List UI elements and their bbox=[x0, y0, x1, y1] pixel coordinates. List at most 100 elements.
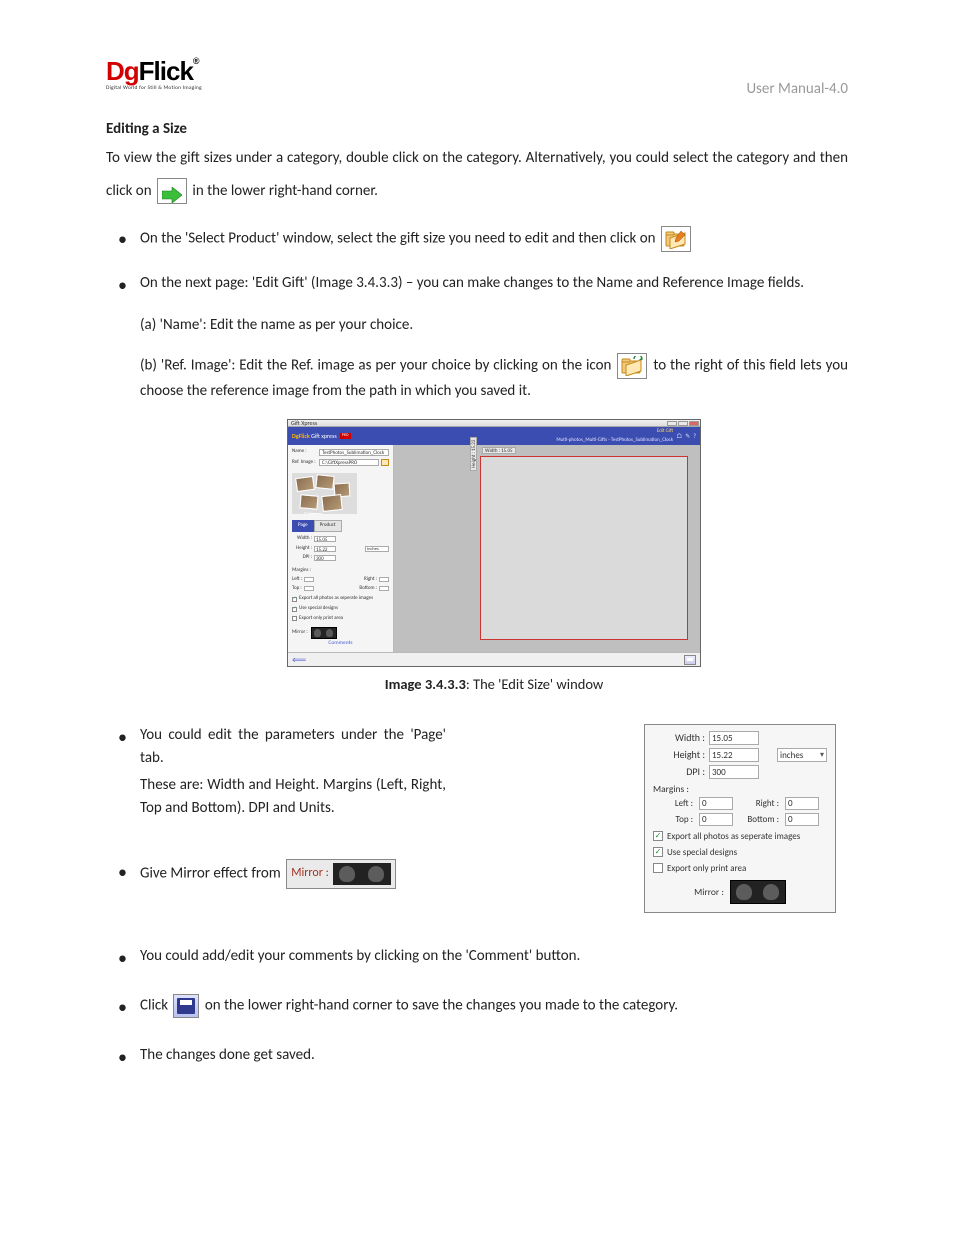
logo-subtitle: Digital World for Still & Motion Imaging bbox=[106, 85, 202, 91]
margin-top-input-2[interactable]: 0 bbox=[699, 813, 733, 826]
chk-special-designs[interactable]: ✓ bbox=[292, 607, 297, 612]
height-input[interactable]: 15.22 bbox=[314, 546, 336, 552]
b1-text: On the 'Select Product' window, select t… bbox=[140, 230, 659, 248]
name-input[interactable]: TestPhotos_Sublimation_Clock bbox=[319, 449, 389, 456]
b3b: These are: Width and Height. Margins (Le… bbox=[140, 774, 446, 821]
margin-top-input[interactable] bbox=[304, 586, 314, 591]
bullet-mirror: Give Mirror effect from Mirror : bbox=[106, 859, 446, 889]
units-select-2[interactable]: inches bbox=[777, 748, 827, 762]
b6-b: on the lower right-hand corner to save t… bbox=[205, 997, 678, 1015]
refimage-input[interactable]: C:\GiftXpressPRO 4.0\Products\DgGift\ bbox=[319, 459, 379, 466]
window-footer: ⟸ bbox=[288, 652, 700, 666]
logo: DgFlick® Digital World for Still & Motio… bbox=[106, 56, 202, 91]
figure-caption: Image 3.4.3.3: The 'Edit Size' window bbox=[140, 673, 848, 695]
window-titlebar: Gift Xpress bbox=[288, 420, 700, 427]
save-button-icon[interactable] bbox=[684, 655, 696, 665]
sub-b-a: (b) 'Ref. Image': Edit the Ref. image as… bbox=[140, 357, 615, 375]
page-header: DgFlick® Digital World for Still & Motio… bbox=[106, 56, 848, 98]
mirror-label-2: Mirror : bbox=[694, 886, 724, 898]
mirror-control[interactable] bbox=[311, 627, 337, 639]
comments-button[interactable]: Comments bbox=[328, 639, 352, 650]
caption-rest: : The 'Edit Size' window bbox=[466, 675, 603, 693]
dpi-input[interactable]: 300 bbox=[314, 555, 336, 561]
edit-size-window: Gift Xpress DgFlick Gift xpress PRO Edit… bbox=[287, 419, 701, 667]
margin-bottom-input[interactable] bbox=[379, 586, 389, 591]
chk-special-designs-2[interactable]: ✓ bbox=[653, 847, 663, 857]
intro-paragraph: To view the gift sizes under a category,… bbox=[106, 142, 848, 208]
dpi-input-2[interactable]: 300 bbox=[709, 765, 759, 779]
sub-items: (a) 'Name': Edit the name as per your ch… bbox=[140, 313, 848, 403]
section-title: Editing a Size bbox=[106, 120, 848, 138]
bullet-comments: You could add/edit your comments by clic… bbox=[106, 945, 848, 968]
help-icon[interactable]: ? bbox=[693, 432, 696, 441]
logo-part-1: Dg bbox=[106, 56, 139, 86]
tab-page[interactable]: Page bbox=[292, 520, 314, 532]
app-toolbar: DgFlick Gift xpress PRO Edit Gift Multi-… bbox=[288, 427, 700, 445]
chk-export-all[interactable]: ✓ bbox=[292, 597, 297, 602]
instruction-list: On the 'Select Product' window, select t… bbox=[106, 226, 848, 696]
canvas-area: Width : 15.05 Height : 15.22 bbox=[394, 445, 700, 652]
breadcrumb: Multi-photos_Multi-Gifts - TestPhotos_Su… bbox=[556, 437, 673, 445]
height-input-2[interactable]: 15.22 bbox=[709, 748, 759, 762]
properties-panel: Name : TestPhotos_Sublimation_Clock Ref.… bbox=[288, 445, 394, 652]
ref-thumbnail bbox=[292, 473, 357, 514]
canvas-width-label: Width : 15.05 bbox=[482, 447, 516, 454]
mirror-inline-control bbox=[333, 863, 391, 885]
margins-label-2: Margins : bbox=[653, 783, 827, 795]
margin-right-input-2[interactable]: 0 bbox=[785, 797, 819, 810]
tabs: Page Product bbox=[292, 520, 389, 532]
sub-a: (a) 'Name': Edit the name as per your ch… bbox=[140, 313, 848, 337]
bullet-edit-gift: On the next page: 'Edit Gift' (Image 3.4… bbox=[106, 272, 848, 696]
tool-icon[interactable]: ✎ bbox=[685, 432, 690, 441]
edit-size-window-figure: Gift Xpress DgFlick Gift xpress PRO Edit… bbox=[140, 419, 848, 695]
tab-product[interactable]: Product bbox=[314, 520, 342, 532]
width-input[interactable]: 15.05 bbox=[314, 536, 336, 542]
caption-strong: Image 3.4.3.3 bbox=[385, 675, 466, 693]
mirror-label: Mirror : bbox=[292, 629, 308, 637]
b4-text: Give Mirror effect from bbox=[140, 864, 284, 882]
width-input-2[interactable]: 15.05 bbox=[709, 731, 759, 745]
continuation-list: You could add/edit your comments by clic… bbox=[106, 945, 848, 1068]
save-icon bbox=[173, 994, 199, 1018]
back-button[interactable]: ⟸ bbox=[292, 652, 306, 668]
units-select[interactable]: Inches bbox=[365, 546, 389, 552]
two-column-section: You could edit the parameters under the … bbox=[106, 724, 848, 913]
margin-left-input-2[interactable]: 0 bbox=[699, 797, 733, 810]
b6-a: Click bbox=[140, 997, 171, 1015]
appname: Gift xpress bbox=[311, 432, 337, 441]
page-tab-properties-panel: Width :15.05 Height :15.22inches DPI :30… bbox=[644, 724, 836, 913]
bullet-page-tab: You could edit the parameters under the … bbox=[106, 724, 446, 821]
b2-text: On the next page: 'Edit Gift' (Image 3.4… bbox=[140, 274, 804, 292]
intro-text-b: in the lower right-hand corner. bbox=[192, 182, 378, 200]
chk-export-all-2[interactable]: ✓ bbox=[653, 831, 663, 841]
sub-b: (b) 'Ref. Image': Edit the Ref. image as… bbox=[140, 353, 848, 403]
edit-folder-icon bbox=[661, 226, 691, 252]
bullet-save: Click on the lower right-hand corner to … bbox=[106, 994, 848, 1018]
refimage-browse-icon[interactable] bbox=[381, 459, 389, 466]
canvas-height-label: Height : 15.22 bbox=[470, 437, 477, 471]
margin-right-input[interactable] bbox=[379, 577, 389, 582]
next-arrow-icon bbox=[157, 178, 187, 204]
b3a: You could edit the parameters under the … bbox=[140, 724, 446, 771]
brand: DgFlick bbox=[292, 432, 310, 441]
logo-text: DgFlick® bbox=[106, 56, 202, 87]
page-rect bbox=[480, 456, 688, 640]
name-label: Name : bbox=[292, 448, 317, 456]
mirror-inline-label: Mirror : bbox=[291, 864, 329, 883]
margin-bottom-input-2[interactable]: 0 bbox=[785, 813, 819, 826]
refimage-label: Ref. Image : bbox=[292, 459, 317, 467]
chk-print-area[interactable] bbox=[292, 616, 297, 621]
bullet-select-product: On the 'Select Product' window, select t… bbox=[106, 226, 848, 252]
margin-left-input[interactable] bbox=[304, 577, 314, 582]
browse-folder-icon bbox=[617, 353, 647, 379]
bullet-saved: The changes done get saved. bbox=[106, 1044, 848, 1067]
margins-label: Margins : bbox=[292, 567, 389, 575]
mirror-inline-figure: Mirror : bbox=[286, 859, 396, 889]
logo-part-2: Flick bbox=[139, 56, 193, 86]
edit-gift-label: Edit Gift bbox=[657, 428, 673, 436]
chk-print-area-2[interactable] bbox=[653, 863, 663, 873]
mirror-control-2[interactable] bbox=[730, 880, 786, 904]
user-manual-version: User Manual-4.0 bbox=[746, 80, 848, 98]
window-title: Gift Xpress bbox=[291, 419, 317, 428]
home-icon[interactable]: ⌂ bbox=[676, 431, 682, 442]
